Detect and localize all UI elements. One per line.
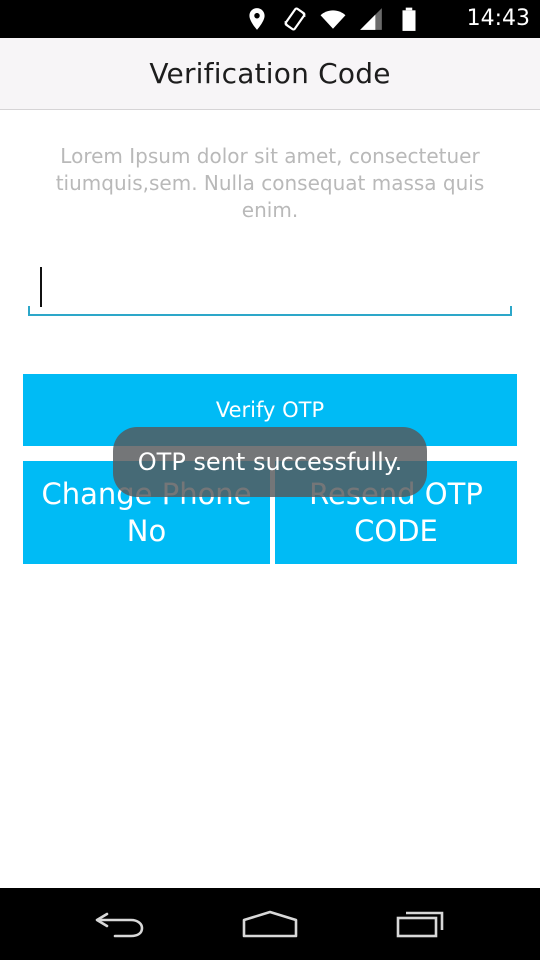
text-cursor [40, 267, 42, 307]
wifi-icon [320, 10, 346, 29]
battery-icon [402, 7, 416, 31]
nav-recents-button[interactable] [385, 902, 455, 946]
description-text: Lorem Ipsum dolor sit amet, consectetuer… [55, 144, 485, 222]
rotation-icon [284, 7, 306, 31]
otp-input[interactable] [40, 264, 500, 308]
navigation-bar [0, 888, 540, 960]
location-icon [249, 8, 265, 30]
status-bar: 14:43 [0, 0, 540, 38]
status-time: 14:43 [466, 6, 530, 31]
page-title: Verification Code [149, 57, 391, 90]
recents-icon [396, 911, 444, 938]
nav-home-button[interactable] [235, 902, 305, 946]
toast-message: OTP sent successfully. [113, 427, 427, 497]
status-icons [244, 6, 422, 32]
back-icon [95, 912, 144, 938]
nav-back-button[interactable] [85, 902, 155, 946]
otp-field[interactable] [28, 258, 512, 316]
signal-icon [360, 8, 382, 30]
app-bar: Verification Code [0, 38, 540, 110]
home-icon [242, 910, 298, 938]
